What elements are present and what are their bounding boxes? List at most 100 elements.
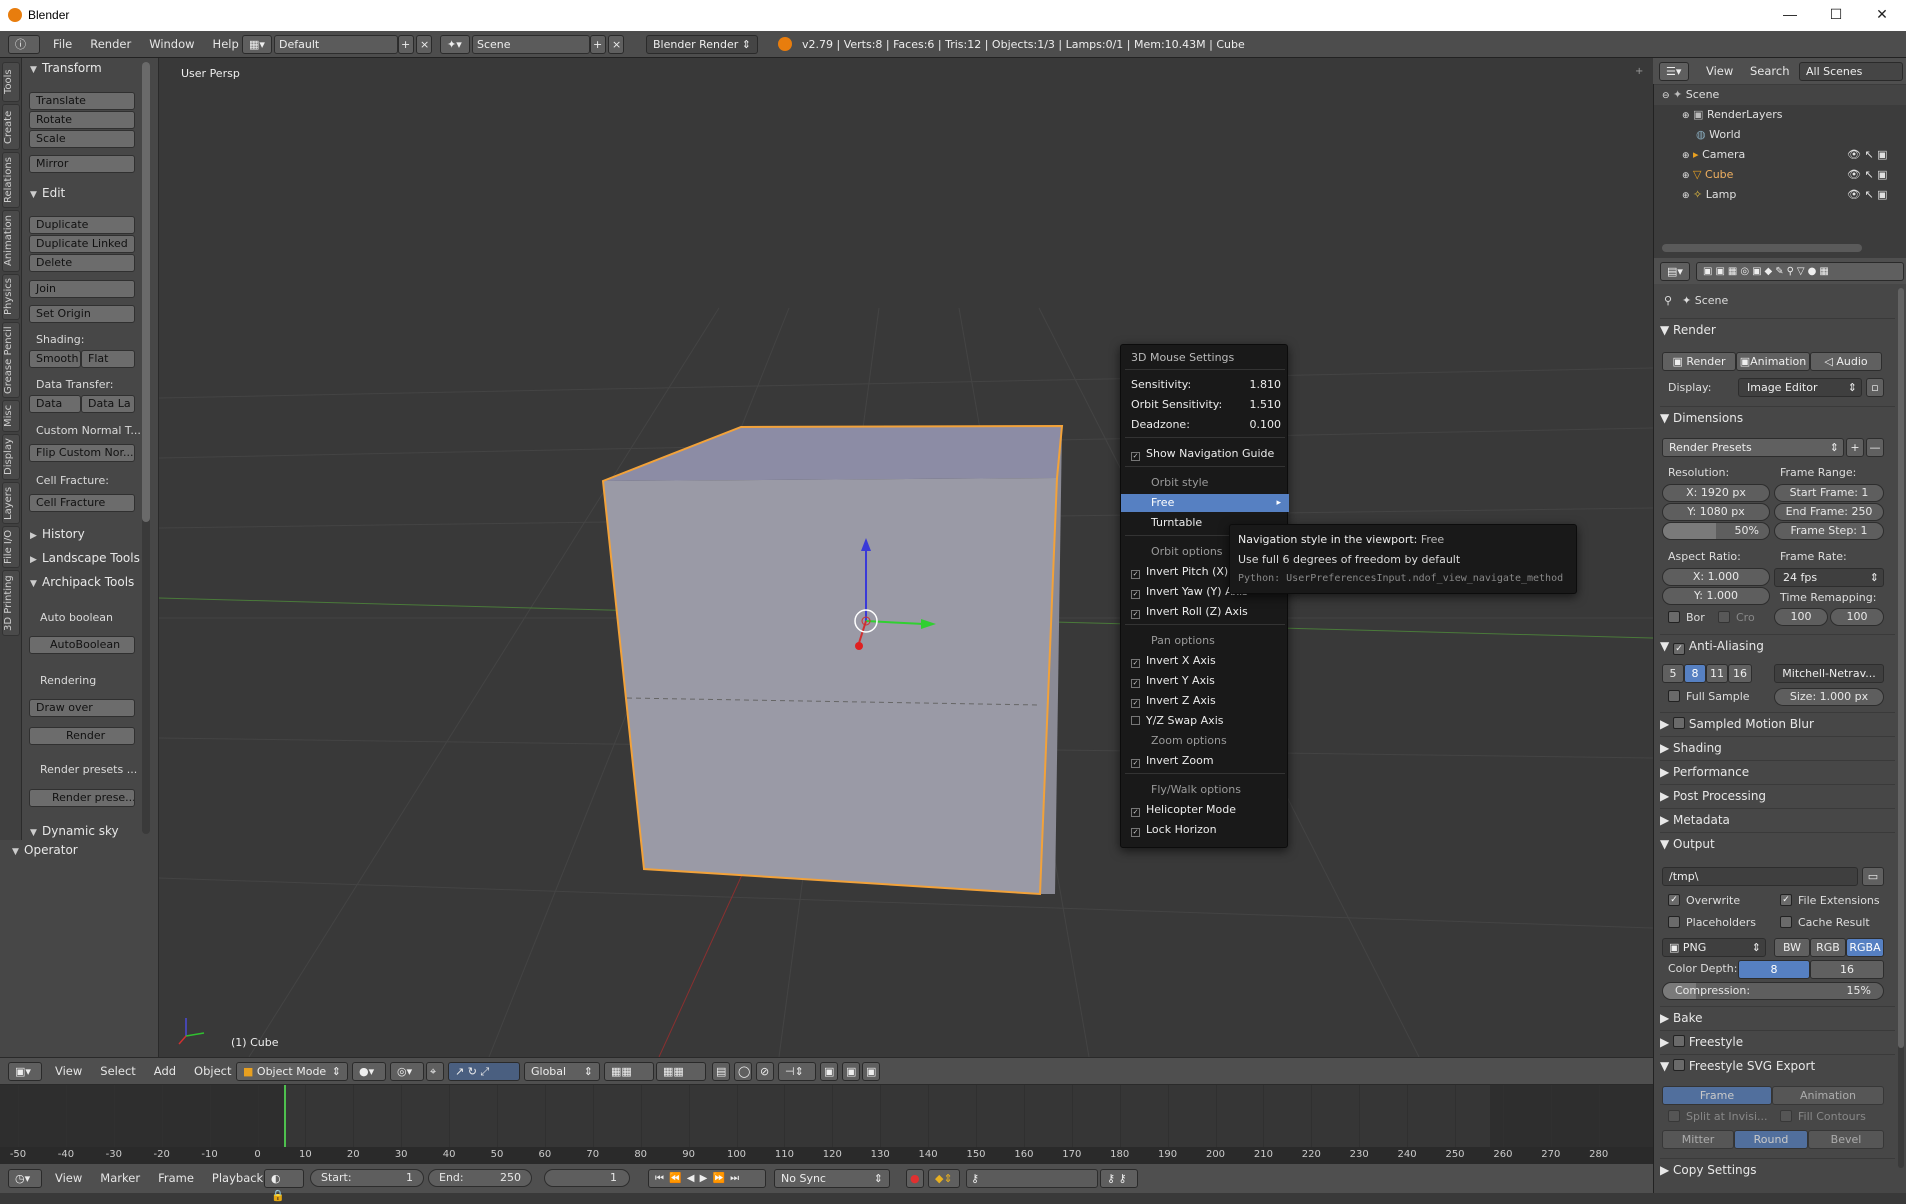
resolution-percentage-slider[interactable]: 50% (1662, 522, 1770, 540)
translate-button[interactable]: Translate (29, 92, 135, 110)
aa-size-field[interactable]: Size: 1.000 px (1774, 688, 1884, 706)
time-remap-new-field[interactable]: 100 (1830, 608, 1884, 626)
menu-add[interactable]: Add (145, 1058, 185, 1085)
section-metadata[interactable]: ▶ Metadata (1660, 808, 1895, 830)
outliner-menu-search[interactable]: Search (1741, 58, 1799, 85)
menu-object[interactable]: Object (185, 1058, 240, 1085)
manipulator-modes-icon[interactable]: ↗ ↻ ⤢ (448, 1062, 520, 1081)
preview-range-icon[interactable]: ◐ 🔒 (264, 1169, 304, 1202)
timeline-menu-view[interactable]: View (46, 1165, 91, 1192)
properties-editor-type[interactable]: ▤▾ (1660, 262, 1690, 281)
timeline-menu-playback[interactable]: Playback (203, 1165, 272, 1192)
keyframe-type-icon[interactable]: ◆⇕ (928, 1169, 960, 1188)
timeline[interactable]: -50 -40 -30 -20 -10 0 10 20 30 40 50 60 70 80 90 100 110… (0, 1085, 1653, 1163)
timeline-menu-marker[interactable]: Marker (91, 1165, 149, 1192)
outliner-row-scene[interactable]: ⊖ ✦ Scene (1654, 85, 1906, 105)
section-output[interactable]: ▼ Output (1660, 832, 1895, 854)
keying-set-field[interactable]: ⚷ (966, 1169, 1098, 1188)
aspect-x-field[interactable]: X: 1.000 (1662, 568, 1770, 586)
add-scene-icon[interactable]: + (590, 35, 606, 54)
output-path-field[interactable]: /tmp\ (1662, 867, 1858, 886)
section-copy-settings[interactable]: ▶ Copy Settings (1660, 1158, 1895, 1180)
outliner-row-camera[interactable]: ⊕ ▸ Camera 👁 ↖ ▣ (1654, 145, 1906, 165)
tab-relations[interactable]: Relations (2, 152, 20, 208)
outliner-row-lamp[interactable]: ⊕ ✧ Lamp 👁 ↖ ▣ (1654, 185, 1906, 205)
crop-checkbox[interactable] (1718, 611, 1730, 623)
show-navigation-guide-checkbox[interactable]: ✓ (1131, 452, 1140, 461)
render-button[interactable]: Render (29, 727, 135, 745)
aa-samples-11[interactable]: 11 (1706, 664, 1728, 683)
lock-layer-icon[interactable]: ▤ (712, 1062, 730, 1081)
invert-zoom-checkbox[interactable]: ✓ (1131, 759, 1140, 768)
invert-zoom-toggle[interactable]: ✓ Invert Zoom (1121, 752, 1289, 770)
yz-swap-checkbox[interactable] (1131, 716, 1140, 725)
panel-landscape-header[interactable]: ▶ Landscape Tools (22, 548, 140, 569)
layers-grid-b[interactable]: ▦▦ (656, 1062, 706, 1081)
show-navigation-guide-toggle[interactable]: ✓ Show Navigation Guide (1121, 445, 1289, 463)
snap-target-icon[interactable]: ⊣⇕ (778, 1062, 816, 1081)
pivot-dropdown-icon[interactable]: ◎▾ (390, 1062, 424, 1081)
yz-swap-toggle[interactable]: Y/Z Swap Axis (1121, 712, 1289, 730)
outliner-row-world[interactable]: ◍ World (1654, 125, 1906, 145)
deadzone-slider[interactable]: Deadzone: 0.100 (1121, 416, 1289, 434)
shading-dropdown-icon[interactable]: ●▾ (352, 1062, 386, 1081)
keying-insert-delete-icons[interactable]: ⚷ ⚷ (1100, 1169, 1138, 1188)
invert-roll-toggle[interactable]: ✓ Invert Roll (Z) Axis (1121, 603, 1289, 621)
output-folder-icon[interactable]: ▭ (1862, 867, 1884, 886)
render-presets-dropdown[interactable]: Render Presets ⇕ (1662, 438, 1844, 457)
split-invisible-checkbox[interactable] (1668, 1110, 1680, 1122)
tab-tools[interactable]: Tools (2, 62, 20, 102)
svg-mode-animation[interactable]: Animation (1772, 1086, 1884, 1105)
menu-view[interactable]: View (46, 1058, 91, 1085)
pin-icon[interactable]: ⚲ (1664, 294, 1672, 307)
color-rgb-button[interactable]: RGB (1810, 938, 1846, 957)
end-frame-field[interactable]: End: 250 (428, 1169, 532, 1187)
remove-layout-icon[interactable]: × (416, 35, 432, 54)
render-audio-button[interactable]: ◁ Audio (1810, 352, 1882, 371)
outliner-editor-type[interactable]: ☰▾ (1659, 62, 1689, 81)
invert-y-checkbox[interactable]: ✓ (1131, 679, 1140, 688)
duplicate-button[interactable]: Duplicate (29, 216, 135, 234)
invert-y-toggle[interactable]: ✓ Invert Y Axis (1121, 672, 1289, 690)
visibility-icons[interactable]: 👁 ↖ ▣ (1847, 145, 1888, 165)
invert-z-checkbox[interactable]: ✓ (1131, 699, 1140, 708)
invert-x-toggle[interactable]: ✓ Invert X Axis (1121, 652, 1289, 670)
invert-pitch-checkbox[interactable]: ✓ (1131, 570, 1140, 579)
outliner-row-renderlayers[interactable]: ⊕ ▣ RenderLayers (1654, 105, 1906, 125)
section-post-processing[interactable]: ▶ Post Processing (1660, 784, 1895, 806)
remove-scene-icon[interactable]: × (608, 35, 624, 54)
add-layout-icon[interactable]: + (398, 35, 414, 54)
file-format-dropdown[interactable]: ▣ PNG ⇕ (1662, 938, 1766, 957)
end-frame-field[interactable]: End Frame: 250 (1774, 503, 1884, 521)
helicopter-mode-toggle[interactable]: ✓ Helicopter Mode (1121, 801, 1289, 819)
duplicate-linked-button[interactable]: Duplicate Linked (29, 235, 135, 253)
visibility-icons[interactable]: 👁 ↖ ▣ (1847, 185, 1888, 205)
maximize-button[interactable]: ☐ (1826, 6, 1846, 24)
aa-filter-dropdown[interactable]: Mitchell-Netrav... (1774, 664, 1884, 683)
border-checkbox[interactable] (1668, 611, 1680, 623)
menu-select[interactable]: Select (91, 1058, 144, 1085)
panel-archipack-header[interactable]: ▼ Archipack Tools (22, 572, 134, 593)
orbit-sensitivity-slider[interactable]: Orbit Sensitivity: 1.510 (1121, 396, 1289, 414)
tab-misc[interactable]: Misc (2, 400, 20, 432)
rotate-button[interactable]: Rotate (29, 111, 135, 129)
opengl-anim-icon[interactable]: ▣ (862, 1062, 880, 1081)
tab-animation[interactable]: Animation (2, 210, 20, 272)
placeholders-checkbox[interactable] (1668, 916, 1680, 928)
scene-field[interactable]: Scene (472, 35, 590, 54)
cell-fracture-button[interactable]: Cell Fracture (29, 494, 135, 512)
cache-result-checkbox[interactable] (1780, 916, 1792, 928)
section-freestyle[interactable]: ▶ Freestyle (1660, 1030, 1895, 1052)
lock-horizon-checkbox[interactable]: ✓ (1131, 828, 1140, 837)
current-frame-marker[interactable] (284, 1085, 286, 1149)
lock-horizon-toggle[interactable]: ✓ Lock Horizon (1121, 821, 1289, 839)
minimize-button[interactable]: — (1780, 6, 1800, 24)
anti-aliasing-checkbox[interactable]: ✓ (1673, 643, 1686, 655)
join-round-button[interactable]: Round (1734, 1130, 1808, 1149)
screen-layout-icon[interactable]: ▦▾ (242, 35, 272, 54)
tab-physics[interactable]: Physics (2, 274, 20, 320)
panel-dynamic-sky-header[interactable]: ▼ Dynamic sky (22, 821, 119, 840)
timeline-editor-type-button[interactable]: ◷▾ (8, 1169, 42, 1188)
render-only-icon[interactable]: ▣ (820, 1062, 838, 1081)
svg-mode-frame[interactable]: Frame (1662, 1086, 1772, 1105)
